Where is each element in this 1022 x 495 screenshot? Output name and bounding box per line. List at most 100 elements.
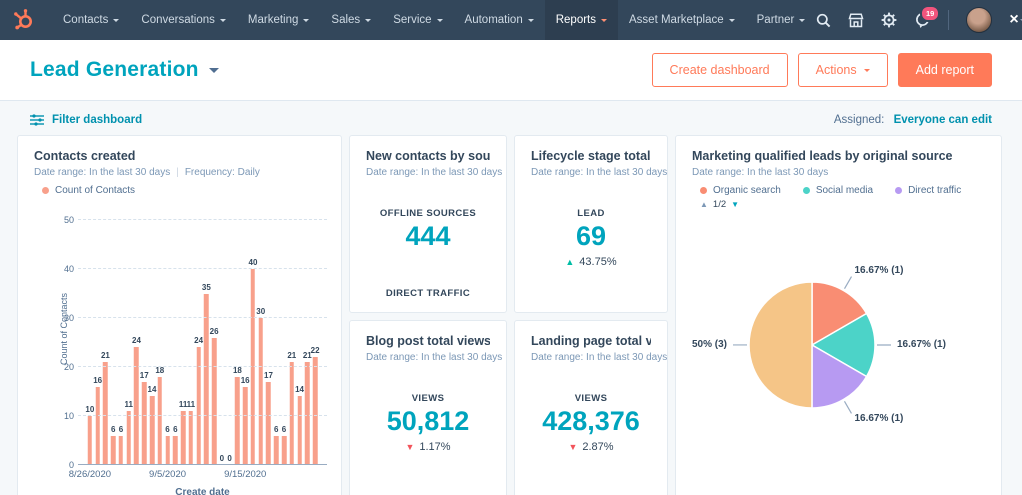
pie-svg (676, 136, 971, 476)
notification-count-badge: 19 (920, 5, 940, 22)
dashboard-title-dropdown[interactable]: Lead Generation (30, 58, 219, 82)
nav-item-contacts[interactable]: Contacts (52, 0, 130, 40)
bar[interactable] (181, 411, 186, 465)
pie-chart: 16.67% (1)16.67% (1)16.67% (1)50% (3) (676, 136, 1001, 495)
chevron-down-icon (864, 69, 870, 75)
bar[interactable] (266, 382, 271, 465)
settings-gear-icon[interactable] (881, 12, 897, 28)
date-range-label: Date range: In the last 30 days (366, 167, 490, 178)
bar[interactable] (212, 338, 217, 465)
bar-slot: 6 (164, 220, 172, 465)
bar-slot: 0 (218, 220, 226, 465)
pie-slice[interactable] (749, 282, 812, 408)
bar[interactable] (274, 436, 279, 465)
bar-value-label: 6 (282, 425, 286, 434)
nav-item-label: Automation (465, 14, 523, 26)
trend-value: 43.75% (579, 256, 616, 268)
bar[interactable] (282, 436, 287, 465)
bar[interactable] (158, 377, 163, 465)
filter-dashboard-label: Filter dashboard (52, 114, 142, 126)
metric-label: LEAD (515, 208, 667, 219)
bar[interactable] (297, 396, 302, 465)
nav-item-sales[interactable]: Sales (320, 0, 382, 40)
create-dashboard-button[interactable]: Create dashboard (652, 53, 788, 87)
gridline (78, 415, 327, 416)
metric-label: OFFLINE SOURCES (350, 208, 506, 219)
bar[interactable] (150, 396, 155, 465)
gridline (78, 317, 327, 318)
bar[interactable] (290, 362, 295, 465)
bar[interactable] (243, 387, 248, 465)
user-avatar[interactable] (966, 7, 992, 33)
card-contacts-created: Contacts created Date range: In the last… (17, 135, 342, 495)
bar[interactable] (313, 357, 318, 465)
bar[interactable] (95, 387, 100, 465)
gridline (78, 366, 327, 367)
bar[interactable] (165, 436, 170, 465)
bar-value-label: 6 (119, 425, 123, 434)
bar[interactable] (305, 362, 310, 465)
nav-item-service[interactable]: Service (382, 0, 453, 40)
x-axis-tick: 8/26/2020 (69, 469, 111, 480)
bar-slot: 17 (265, 220, 273, 465)
bar-chart: Count of Contacts 1016216611241714186611… (34, 206, 325, 495)
filter-dashboard-button[interactable]: Filter dashboard (30, 114, 142, 126)
legend-dot-icon (42, 187, 49, 194)
bar[interactable] (142, 382, 147, 465)
search-icon[interactable] (816, 13, 831, 28)
nav-item-partner[interactable]: Partner (746, 0, 817, 40)
bar[interactable] (189, 411, 194, 465)
nav-item-conversations[interactable]: Conversations (130, 0, 237, 40)
chevron-down-icon (528, 19, 534, 25)
x-axis-tick: 9/5/2020 (149, 469, 186, 480)
bar[interactable] (235, 377, 240, 465)
bar[interactable] (111, 436, 116, 465)
add-report-button[interactable]: Add report (898, 53, 992, 87)
assigned-value-link[interactable]: Everyone can edit (894, 114, 992, 126)
date-range-label: Date range: In the last 30 days (366, 352, 490, 363)
bar-value-label: 6 (111, 425, 115, 434)
trend-value: 2.87% (582, 441, 613, 453)
bar[interactable] (258, 318, 263, 465)
nav-item-label: Conversations (141, 14, 215, 26)
account-close-control[interactable]: × (1009, 11, 1022, 29)
nav-item-automation[interactable]: Automation (454, 0, 545, 40)
bar[interactable] (103, 362, 108, 465)
chevron-down-icon (799, 19, 805, 25)
bars: 1016216611241714186611112435260018164030… (86, 220, 319, 465)
nav-item-asset-marketplace[interactable]: Asset Marketplace (618, 0, 746, 40)
hubspot-logo[interactable] (0, 0, 52, 40)
legend-item: Count of Contacts (42, 185, 135, 196)
date-range-label: Date range: In the last 30 days (531, 352, 651, 363)
nav-divider (948, 10, 949, 30)
nav-item-marketing[interactable]: Marketing (237, 0, 321, 40)
chevron-down-icon (437, 19, 443, 25)
card-mql-by-original-source: Marketing qualified leads by original so… (675, 135, 1002, 495)
bar[interactable] (126, 411, 131, 465)
y-axis-tick: 30 (50, 313, 74, 323)
bar[interactable] (251, 269, 256, 465)
nav-item-label: Sales (331, 14, 360, 26)
trend-indicator: ▼ 1.17% (350, 441, 506, 453)
page-title: Lead Generation (30, 58, 199, 82)
date-range-label: Date range: In the last 30 days (531, 167, 651, 178)
bar-slot: 22 (311, 220, 319, 465)
sprocket-icon (12, 8, 36, 32)
bar[interactable] (88, 416, 93, 465)
bar-slot: 16 (241, 220, 249, 465)
nav-item-reports[interactable]: Reports (545, 0, 618, 40)
bar[interactable] (173, 436, 178, 465)
card-lifecycle-stage-totals: Lifecycle stage totals Date range: In th… (514, 135, 668, 313)
x-axis: 8/26/20209/5/20209/15/2020 (86, 469, 319, 483)
metric-block: VIEWS 50,812 ▼ 1.17% (350, 393, 506, 453)
actions-button[interactable]: Actions (798, 53, 888, 87)
bar[interactable] (204, 294, 209, 466)
bar[interactable] (119, 436, 124, 465)
metric-value: 69 (515, 221, 667, 252)
notifications-bell-icon[interactable]: 19 (914, 12, 931, 29)
bar-value-label: 6 (274, 425, 278, 434)
trend-indicator: ▼ 2.87% (515, 441, 667, 453)
marketplace-icon[interactable] (848, 13, 864, 28)
bar-slot: 0 (226, 220, 234, 465)
frequency-label: Frequency: Daily (185, 167, 260, 178)
